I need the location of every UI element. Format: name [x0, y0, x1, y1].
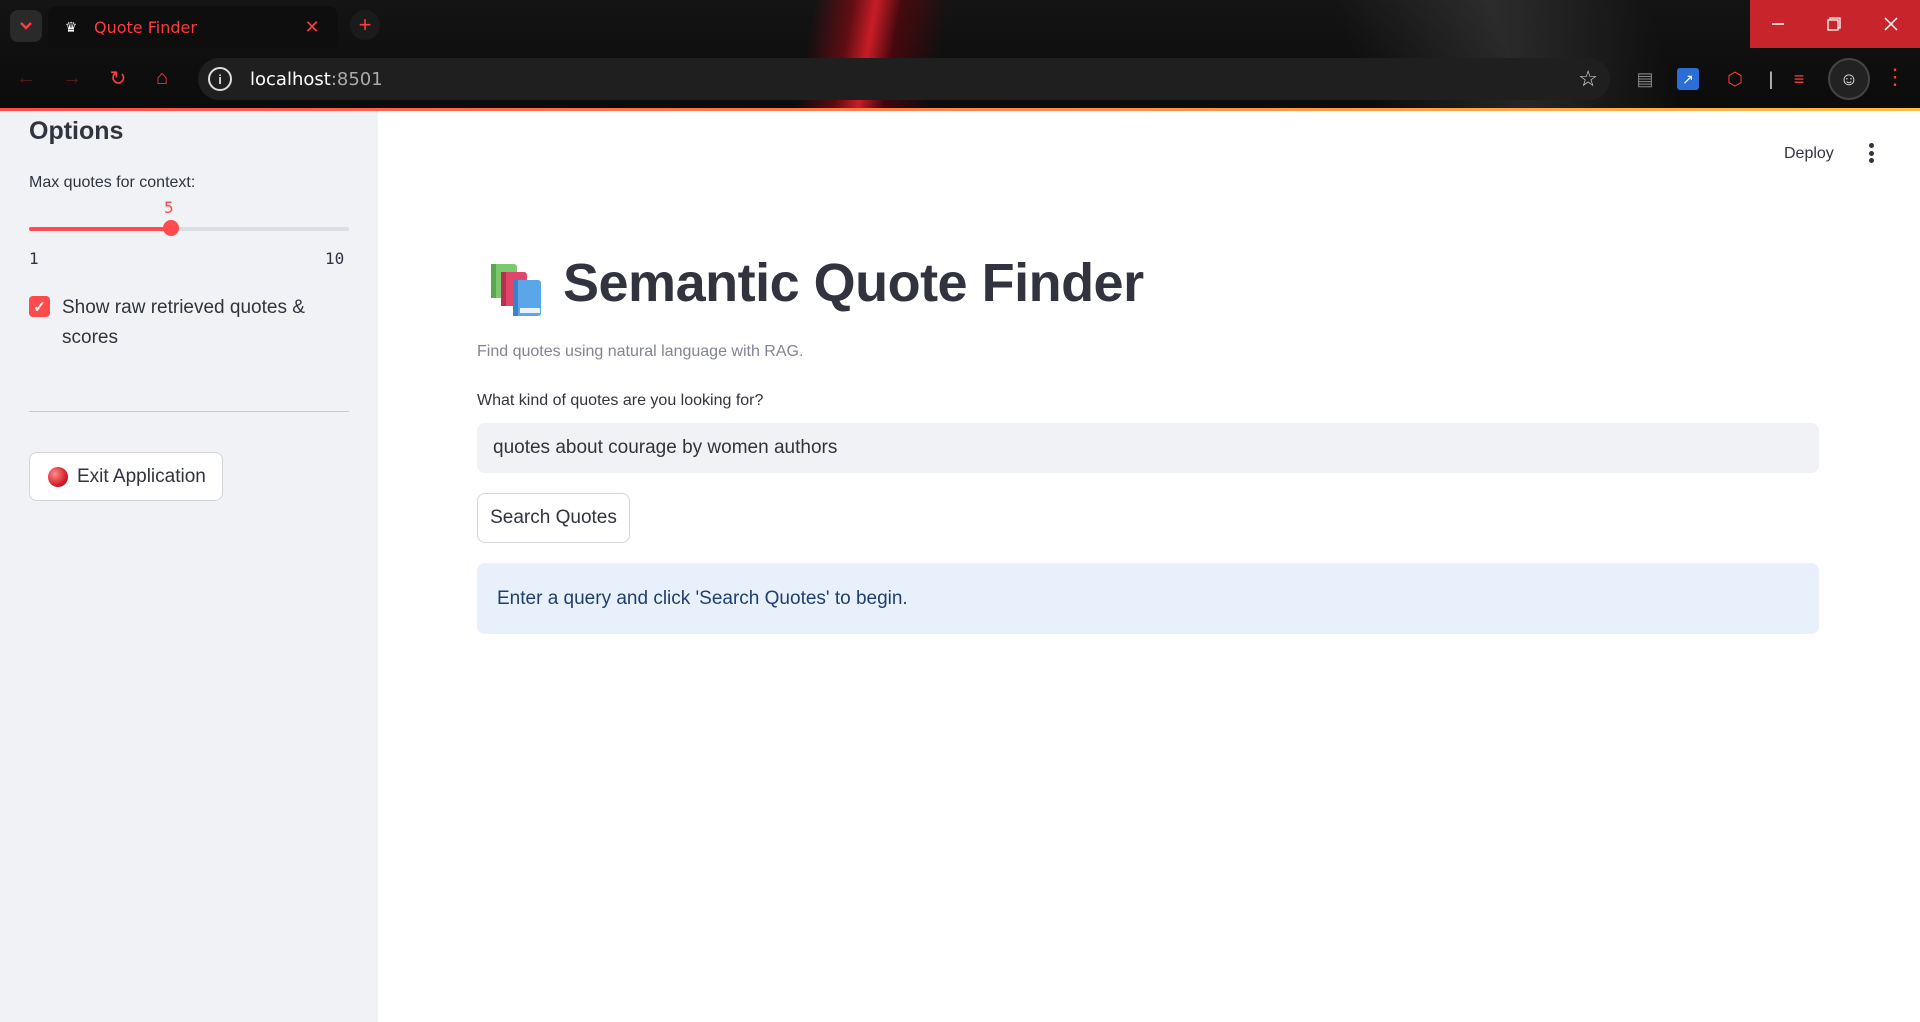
home-icon[interactable]: ⌂	[148, 64, 176, 92]
browser-menu-icon[interactable]: ⋮	[1884, 64, 1906, 90]
site-info-icon[interactable]: i	[208, 67, 232, 91]
red-circle-icon	[48, 466, 68, 487]
browser-tab[interactable]: ♛ Quote Finder ✕	[48, 6, 338, 48]
minimize-icon	[1772, 23, 1784, 25]
page-caption: Find quotes using natural language with …	[477, 343, 804, 360]
close-tab-icon[interactable]: ✕	[300, 17, 324, 38]
crown-icon: ♛	[64, 18, 78, 35]
slider-value: 5	[164, 198, 174, 217]
back-icon[interactable]: ←	[12, 64, 40, 92]
books-icon	[491, 264, 541, 316]
checkbox-label[interactable]: Show raw retrieved quotes & scores	[62, 293, 332, 353]
bookmark-star-icon[interactable]: ☆	[1578, 66, 1598, 92]
new-tab-button[interactable]: +	[350, 10, 380, 40]
sidebar	[0, 111, 378, 1022]
checkmark-icon: ✓	[33, 298, 46, 316]
tab-title: Quote Finder	[94, 17, 197, 37]
url-text: localhost:8501	[250, 68, 383, 90]
close-window-button[interactable]	[1862, 0, 1920, 48]
slider-track[interactable]	[29, 227, 349, 231]
exit-button-label: Exit Application	[77, 465, 206, 487]
slider-min-label: 1	[29, 249, 39, 268]
slider-fill	[29, 227, 172, 231]
toolbar-divider: |	[1768, 68, 1774, 89]
restore-window-button[interactable]	[1806, 0, 1862, 48]
slider-max-label: 10	[325, 249, 345, 268]
sidebar-divider	[29, 411, 349, 412]
puzzle-extension-icon[interactable]: ⬡	[1722, 66, 1748, 92]
query-input-label: What kind of quotes are you looking for?	[477, 392, 764, 409]
exit-application-button[interactable]: Exit Application	[29, 452, 223, 501]
info-message: Enter a query and click 'Search Quotes' …	[497, 587, 908, 609]
minimize-window-button[interactable]	[1750, 0, 1806, 48]
media-control-icon[interactable]: ≡	[1786, 66, 1812, 92]
search-quotes-button[interactable]: Search Quotes	[477, 493, 630, 543]
page-title: Semantic Quote Finder	[563, 253, 1144, 313]
extension-icon[interactable]: ↗	[1677, 68, 1699, 90]
query-input[interactable]	[477, 423, 1819, 473]
show-raw-quotes-checkbox[interactable]: ✓	[29, 296, 50, 317]
main-menu-icon[interactable]	[1864, 140, 1878, 166]
restore-icon	[1827, 17, 1841, 31]
address-bar[interactable]: i localhost:8501 ☆	[198, 58, 1610, 100]
chevron-down-icon	[20, 22, 32, 30]
tab-search-button[interactable]	[10, 10, 42, 42]
reload-icon[interactable]: ↻	[104, 64, 132, 92]
slider-label: Max quotes for context:	[29, 174, 196, 191]
extension-icon[interactable]: ▤	[1632, 66, 1658, 92]
forward-icon[interactable]: →	[58, 64, 86, 92]
info-alert: Enter a query and click 'Search Quotes' …	[477, 563, 1819, 634]
sidebar-title: Options	[29, 117, 124, 145]
profile-avatar[interactable]: ☺	[1828, 58, 1870, 100]
close-icon	[1884, 17, 1898, 31]
deploy-button[interactable]: Deploy	[1784, 145, 1834, 163]
